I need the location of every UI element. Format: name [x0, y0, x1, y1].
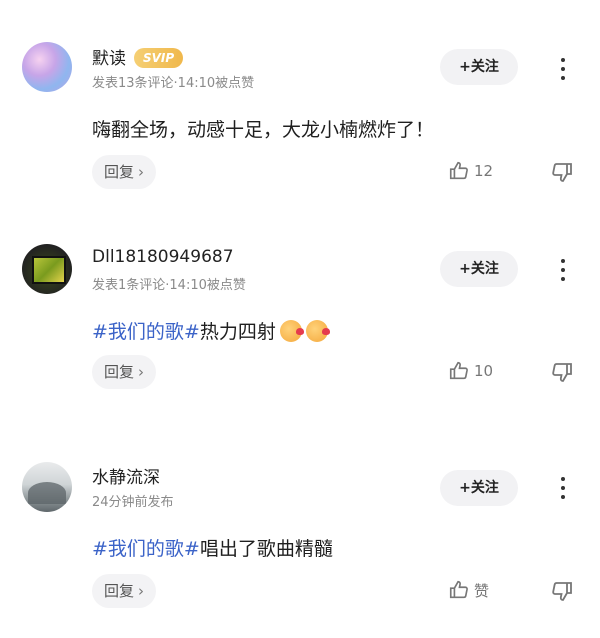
comment-text: #我们的歌#热力四射 — [92, 317, 330, 344]
thumbs-down-icon — [552, 363, 572, 382]
dislike-button[interactable] — [550, 160, 574, 184]
chevron-right-icon: › — [138, 582, 145, 600]
reply-label: 回复 — [104, 363, 135, 381]
thumbs-up-icon — [449, 361, 468, 380]
topic-tag[interactable]: #我们的歌# — [92, 321, 200, 343]
more-icon[interactable] — [556, 256, 570, 282]
like-button[interactable]: 10 — [448, 360, 493, 384]
like-count: 赞 — [474, 581, 490, 600]
thumbs-down-icon — [552, 582, 572, 601]
chevron-right-icon: › — [138, 363, 145, 381]
reply-label: 回复 — [104, 163, 135, 181]
svip-badge: SVIP — [134, 48, 184, 68]
like-count: 12 — [474, 162, 494, 180]
comment-text: #我们的歌#唱出了歌曲精髓 — [92, 534, 333, 561]
dislike-button[interactable] — [550, 360, 574, 384]
username[interactable]: Dll18180949687 — [92, 247, 234, 267]
username-text[interactable]: 默读 — [92, 49, 126, 69]
like-count: 10 — [474, 362, 494, 380]
avatar[interactable] — [22, 244, 72, 294]
reply-button[interactable]: 回复 › — [92, 574, 157, 608]
follow-button[interactable]: +关注 — [440, 251, 518, 287]
dislike-button[interactable] — [550, 579, 574, 603]
chevron-right-icon: › — [138, 163, 145, 181]
more-icon[interactable] — [556, 55, 570, 81]
follow-button[interactable]: +关注 — [440, 470, 518, 506]
comment-meta: 发表1条评论·14:10被点赞 — [92, 278, 246, 293]
avatar[interactable] — [22, 42, 72, 92]
avatar[interactable] — [22, 462, 72, 512]
username[interactable]: 默读 SVIP — [92, 44, 184, 69]
thumbs-up-icon — [449, 161, 468, 180]
reply-label: 回复 — [104, 582, 135, 600]
comment-meta: 24分钟前发布 — [92, 495, 174, 510]
like-button[interactable]: 赞 — [448, 579, 489, 603]
topic-tag[interactable]: #我们的歌# — [92, 538, 200, 560]
kiss-face-emoji — [305, 320, 330, 342]
like-button[interactable]: 12 — [448, 160, 493, 184]
comment-meta: 发表13条评论·14:10被点赞 — [92, 76, 255, 91]
thumbs-up-icon — [449, 580, 468, 599]
thumbs-down-icon — [552, 163, 572, 182]
follow-button[interactable]: +关注 — [440, 49, 518, 85]
comment-body: 唱出了歌曲精髓 — [199, 538, 333, 560]
kiss-face-emoji — [279, 320, 304, 342]
comment-body: 热力四射 — [199, 321, 276, 343]
comment-text: 嗨翻全场，动感十足，大龙小楠燃炸了！ — [92, 119, 435, 141]
more-icon[interactable] — [556, 474, 570, 500]
username[interactable]: 水静流深 — [92, 463, 160, 488]
reply-button[interactable]: 回复 › — [92, 155, 157, 189]
reply-button[interactable]: 回复 › — [92, 355, 157, 389]
